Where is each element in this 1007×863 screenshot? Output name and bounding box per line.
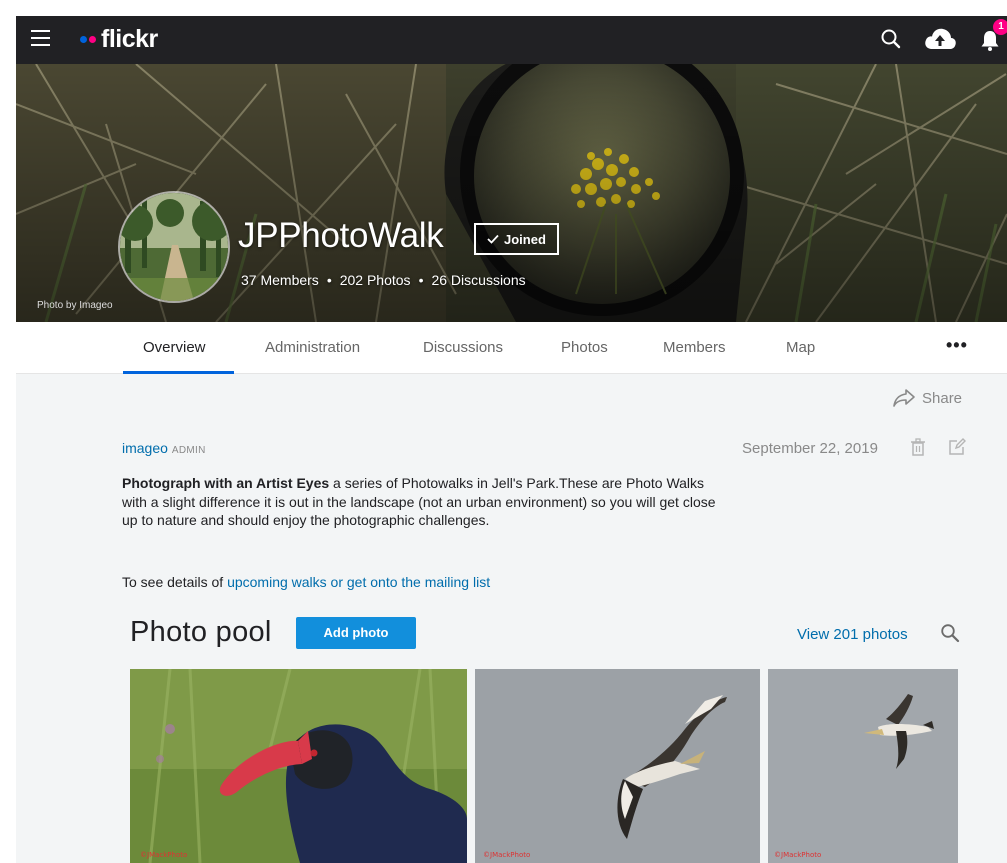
cover-photo-credit[interactable]: Photo by Imageo [37, 300, 113, 311]
tab-administration[interactable]: Administration [265, 322, 360, 374]
logo-pink-dot [89, 35, 96, 43]
upcoming-walks-link[interactable]: upcoming walks or get onto the mailing l… [227, 574, 490, 590]
group-stats: 37 Members • 202 Photos • 26 Discussions [241, 272, 526, 288]
post-date: September 22, 2019 [742, 440, 878, 457]
tab-photos[interactable]: Photos [561, 322, 608, 374]
pool-photo-pelican-2[interactable]: ©JMackPhoto [768, 669, 958, 863]
stat-separator: • [418, 272, 424, 288]
photo-watermark: ©JMackPhoto [483, 851, 530, 859]
logo-blue-dot [80, 35, 87, 43]
photo-pool-title: Photo pool [130, 616, 272, 648]
tab-map[interactable]: Map [786, 322, 815, 374]
photos-count[interactable]: 202 Photos [340, 272, 411, 288]
logo-text: flickr [101, 24, 158, 53]
more-options-icon[interactable]: ••• [946, 334, 970, 358]
joined-label: Joined [504, 231, 546, 247]
view-photos-link[interactable]: View 201 photos [797, 626, 908, 643]
group-subnav: Overview Administration Discussions Phot… [16, 322, 1007, 374]
group-avatar[interactable] [118, 191, 230, 303]
checkmark-icon [487, 234, 499, 244]
members-count[interactable]: 37 Members [241, 272, 319, 288]
share-label: Share [922, 389, 963, 407]
trash-icon[interactable] [910, 438, 926, 461]
top-nav: flickr 1 [16, 16, 1007, 64]
tab-overview[interactable]: Overview [143, 322, 206, 374]
discussions-count[interactable]: 26 Discussions [431, 272, 525, 288]
post-author: imageo ADMIN [122, 440, 206, 456]
upload-cloud-icon[interactable] [923, 26, 957, 57]
photo-watermark: ©JMackPhoto [774, 851, 821, 859]
group-title: JPPhotoWalk [238, 216, 444, 255]
description-heading: Photograph with an Artist Eyes [122, 475, 330, 491]
edit-icon[interactable] [948, 438, 966, 461]
menu-icon[interactable] [31, 30, 50, 46]
joined-button[interactable]: Joined [474, 223, 559, 255]
admin-badge: ADMIN [171, 445, 206, 456]
share-button[interactable]: Share [892, 388, 962, 408]
photo-watermark: ©JMackPhoto [140, 851, 187, 859]
stat-separator: • [326, 272, 332, 288]
bell-icon[interactable]: 1 [979, 19, 1007, 57]
walks-info: To see details of upcoming walks or get … [122, 574, 490, 590]
author-link[interactable]: imageo [122, 440, 168, 456]
pool-photo-swamphen[interactable]: ©JMackPhoto [130, 669, 467, 863]
notification-badge: 1 [993, 19, 1007, 35]
search-icon[interactable] [880, 28, 902, 55]
tab-members[interactable]: Members [663, 322, 726, 374]
pool-photo-pelican-1[interactable]: ©JMackPhoto [475, 669, 760, 863]
group-description: Photograph with an Artist Eyes a series … [122, 474, 722, 530]
walks-prefix: To see details of [122, 574, 228, 590]
tab-discussions[interactable]: Discussions [423, 322, 503, 374]
share-arrow-icon [893, 389, 915, 407]
group-cover: Photo by Imageo JPPhotoWalk Joined 37 Me… [16, 64, 1007, 322]
overview-content: Share imageo ADMIN September 22, 2019 Pho… [16, 374, 1007, 863]
pool-search-icon[interactable] [940, 623, 960, 648]
add-photo-button[interactable]: Add photo [296, 617, 416, 649]
flickr-logo[interactable]: flickr [80, 24, 158, 54]
